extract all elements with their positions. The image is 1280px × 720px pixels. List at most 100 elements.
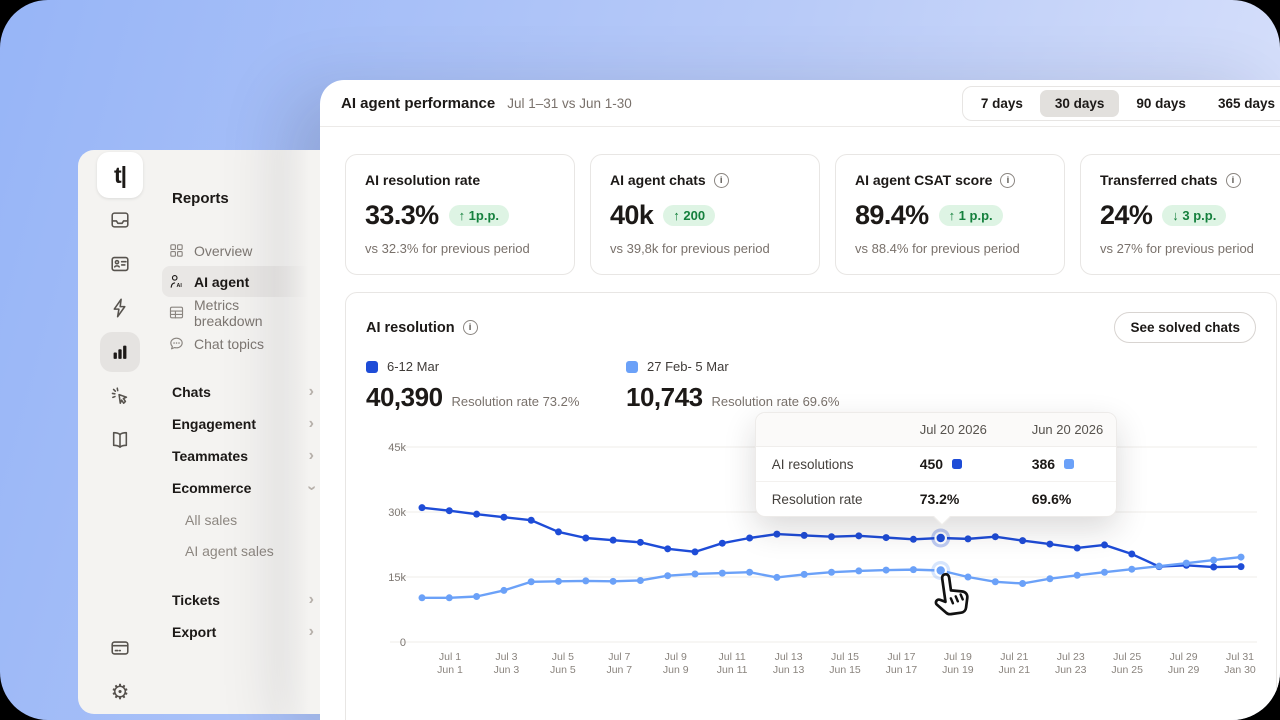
lightning-icon[interactable] bbox=[108, 296, 132, 320]
svg-text:Jul 13: Jul 13 bbox=[775, 651, 803, 663]
date-range-label: Jul 1–31 vs Jun 1-30 bbox=[507, 96, 632, 111]
svg-text:Jul 21: Jul 21 bbox=[1000, 651, 1028, 663]
sidebar-item-ai-agent-sales[interactable]: AI agent sales bbox=[162, 535, 320, 566]
tooltip-swatch-lightblue bbox=[1064, 459, 1074, 469]
sidebar-item-all-sales[interactable]: All sales bbox=[162, 504, 320, 535]
info-icon[interactable]: i bbox=[1226, 173, 1241, 188]
sidebar-item-label: Chat topics bbox=[194, 336, 264, 352]
sidebar-group-export[interactable]: Export› bbox=[162, 616, 320, 648]
kpi-comparison: vs 39,8k for previous period bbox=[610, 241, 800, 256]
sidebar-group-engagement[interactable]: Engagement› bbox=[162, 408, 320, 440]
kpi-card-csat-score: AI agent CSAT scorei 89.4% ↑ 1 p.p. vs 8… bbox=[835, 154, 1065, 275]
kpi-change-badge: ↑ 1p.p. bbox=[449, 205, 509, 226]
svg-text:Jul 3: Jul 3 bbox=[495, 651, 517, 663]
page-title: AI agent performance bbox=[341, 95, 495, 112]
svg-text:Jul 17: Jul 17 bbox=[887, 651, 915, 663]
svg-text:Jun 13: Jun 13 bbox=[773, 664, 805, 676]
kpi-value: 24% bbox=[1100, 200, 1152, 231]
sidebar-item-chat-topics[interactable]: Chat topics bbox=[162, 328, 317, 359]
legend-value: 10,743 bbox=[626, 382, 703, 413]
legend-previous-period: 27 Feb- 5 Mar 10,743 Resolution rate 69.… bbox=[626, 359, 886, 413]
svg-text:45k: 45k bbox=[388, 442, 406, 454]
svg-text:Jun 25: Jun 25 bbox=[1111, 664, 1143, 676]
app-logo[interactable]: t| bbox=[97, 152, 143, 198]
sidebar: t| ⚙ Repo bbox=[78, 150, 320, 714]
svg-text:Jul 5: Jul 5 bbox=[552, 651, 574, 663]
svg-text:Jun 7: Jun 7 bbox=[606, 664, 632, 676]
main-panel: AI agent performance Jul 1–31 vs Jun 1-3… bbox=[320, 80, 1280, 720]
kpi-title: AI resolution rate bbox=[365, 172, 480, 188]
panel-header: AI agent performance Jul 1–31 vs Jun 1-3… bbox=[320, 80, 1280, 127]
sidebar-nav: Reports Overview AI AI agent Metrics bre… bbox=[162, 150, 320, 714]
tooltip-row-resolutions: AI resolutions 450 386 bbox=[756, 447, 1116, 481]
nav-section-title: Reports bbox=[162, 190, 320, 207]
see-solved-chats-button[interactable]: See solved chats bbox=[1114, 312, 1256, 343]
cursor-click-icon[interactable] bbox=[108, 384, 132, 408]
kpi-change-badge: ↓ 3 p.p. bbox=[1162, 205, 1226, 226]
sidebar-item-label: AI agent bbox=[194, 274, 249, 290]
chevron-right-icon: › bbox=[309, 592, 314, 608]
tooltip-col-current: Jul 20 2026 bbox=[920, 422, 1032, 437]
sidebar-item-ai-agent[interactable]: AI AI agent bbox=[162, 266, 317, 297]
range-90-days[interactable]: 90 days bbox=[1121, 90, 1201, 117]
bar-chart-icon[interactable] bbox=[100, 332, 140, 372]
tooltip-col-previous: Jun 20 2026 bbox=[1032, 422, 1128, 437]
svg-text:0: 0 bbox=[400, 637, 406, 649]
range-365-days[interactable]: 365 days bbox=[1203, 90, 1280, 117]
svg-text:Jul 31: Jul 31 bbox=[1226, 651, 1254, 663]
range-30-days[interactable]: 30 days bbox=[1040, 90, 1120, 117]
hand-cursor-icon bbox=[925, 565, 983, 630]
svg-text:Jun 3: Jun 3 bbox=[494, 664, 520, 676]
inbox-icon[interactable] bbox=[108, 208, 132, 232]
sidebar-item-metrics-breakdown[interactable]: Metrics breakdown bbox=[162, 297, 317, 328]
sidebar-group-ecommerce[interactable]: Ecommerce› bbox=[162, 472, 320, 504]
kpi-card-agent-chats: AI agent chatsi 40k ↑ 200 vs 39,8k for p… bbox=[590, 154, 820, 275]
content: AI resolution rate 33.3% ↑ 1p.p. vs 32.3… bbox=[320, 127, 1280, 720]
chevron-right-icon: › bbox=[309, 384, 314, 400]
chart-tooltip: Jul 20 2026 Jun 20 2026 AI resolutions 4… bbox=[755, 412, 1117, 517]
tooltip-row-rate: Resolution rate 73.2% 69.6% bbox=[756, 481, 1116, 516]
chat-bubble-icon bbox=[168, 335, 185, 352]
sidebar-item-label: Overview bbox=[194, 243, 252, 259]
legend-swatch-lightblue bbox=[626, 361, 638, 373]
kpi-card-transferred-chats: Transferred chatsi 24% ↓ 3 p.p. vs 27% f… bbox=[1080, 154, 1280, 275]
chevron-right-icon: › bbox=[309, 416, 314, 432]
sidebar-group-teammates[interactable]: Teammates› bbox=[162, 440, 320, 472]
info-icon[interactable]: i bbox=[463, 320, 478, 335]
svg-text:Jun 5: Jun 5 bbox=[550, 664, 576, 676]
svg-text:Jan 30: Jan 30 bbox=[1224, 664, 1256, 676]
svg-text:Jul 23: Jul 23 bbox=[1057, 651, 1085, 663]
sidebar-group-tickets[interactable]: Tickets› bbox=[162, 584, 320, 616]
svg-text:Jun 29: Jun 29 bbox=[1168, 664, 1200, 676]
book-icon[interactable] bbox=[108, 428, 132, 452]
info-icon[interactable]: i bbox=[714, 173, 729, 188]
range-7-days[interactable]: 7 days bbox=[966, 90, 1038, 117]
ai-agent-icon: AI bbox=[168, 273, 185, 290]
kpi-title: AI agent chats bbox=[610, 172, 706, 188]
line-chart[interactable]: 45k30k15k0Jul 1Jun 1Jul 3Jun 3Jul 5Jun 5… bbox=[366, 427, 1257, 679]
info-icon[interactable]: i bbox=[1000, 173, 1015, 188]
svg-text:Jul 7: Jul 7 bbox=[608, 651, 630, 663]
table-icon bbox=[168, 304, 185, 321]
chart-legends: 6-12 Mar 40,390 Resolution rate 73.2% 27… bbox=[366, 359, 1256, 413]
gear-icon[interactable]: ⚙ bbox=[108, 680, 132, 704]
app-canvas: t| ⚙ Repo bbox=[0, 0, 1280, 720]
svg-text:Jul 9: Jul 9 bbox=[665, 651, 687, 663]
svg-text:Jul 19: Jul 19 bbox=[944, 651, 972, 663]
kpi-value: 33.3% bbox=[365, 200, 439, 231]
contact-card-icon[interactable] bbox=[108, 252, 132, 276]
sidebar-group-chats[interactable]: Chats› bbox=[162, 376, 320, 408]
svg-text:30k: 30k bbox=[388, 507, 406, 519]
svg-text:15k: 15k bbox=[388, 572, 406, 584]
sidebar-item-overview[interactable]: Overview bbox=[162, 235, 317, 266]
credit-card-icon[interactable] bbox=[108, 636, 132, 660]
svg-text:Jun 19: Jun 19 bbox=[942, 664, 974, 676]
kpi-cards-row: AI resolution rate 33.3% ↑ 1p.p. vs 32.3… bbox=[345, 154, 1280, 275]
chevron-right-icon: › bbox=[309, 624, 314, 640]
svg-text:Jun 9: Jun 9 bbox=[663, 664, 689, 676]
svg-text:Jun 11: Jun 11 bbox=[717, 664, 748, 676]
svg-text:Jun 21: Jun 21 bbox=[999, 664, 1031, 676]
kpi-card-resolution-rate: AI resolution rate 33.3% ↑ 1p.p. vs 32.3… bbox=[345, 154, 575, 275]
svg-text:Jul 11: Jul 11 bbox=[719, 651, 746, 663]
kpi-value: 89.4% bbox=[855, 200, 929, 231]
